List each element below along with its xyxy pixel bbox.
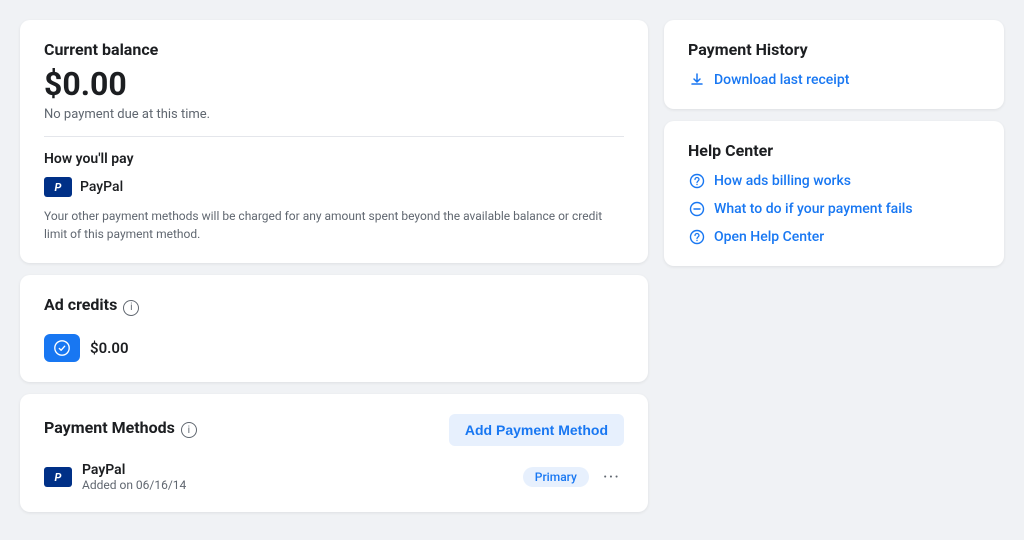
help-center-title: Help Center: [688, 141, 980, 160]
add-payment-method-button[interactable]: Add Payment Method: [449, 414, 624, 446]
open-help-center-link[interactable]: Open Help Center: [688, 228, 980, 246]
primary-badge: Primary: [523, 467, 589, 487]
billing-icon: [688, 172, 706, 190]
right-column: Payment History Download last receipt He…: [664, 20, 1004, 512]
payment-history-card: Payment History Download last receipt: [664, 20, 1004, 109]
how-ads-billing-link[interactable]: How ads billing works: [688, 172, 980, 190]
left-column: Current balance $0.00 No payment due at …: [20, 20, 648, 512]
paypal-icon: P: [44, 177, 72, 197]
balance-amount: $0.00: [44, 65, 624, 103]
payment-methods-info-icon[interactable]: i: [181, 422, 197, 438]
how-you-pay-title: How you'll pay: [44, 151, 624, 167]
ad-credits-card: Ad credits i $0.00: [20, 275, 648, 382]
current-balance-card: Current balance $0.00 No payment due at …: [20, 20, 648, 263]
payment-methods-header: Payment Methods i Add Payment Method: [44, 414, 624, 446]
help-center-card: Help Center How ads billing works: [664, 121, 1004, 266]
payment-history-title: Payment History: [688, 40, 980, 59]
credits-amount-row: $0.00: [44, 334, 624, 362]
ad-credits-title: Ad credits: [44, 295, 117, 314]
paypal-label: PayPal: [80, 179, 123, 195]
how-ads-billing-label: How ads billing works: [714, 173, 851, 189]
payment-methods-card: Payment Methods i Add Payment Method P P…: [20, 394, 648, 512]
download-receipt-label: Download last receipt: [714, 72, 849, 88]
paypal-row: P PayPal: [44, 177, 624, 197]
open-help-icon: [688, 228, 706, 246]
paypal-method-icon: P: [44, 467, 72, 487]
ad-credits-amount: $0.00: [90, 339, 129, 357]
payment-fails-link[interactable]: What to do if your payment fails: [688, 200, 980, 218]
open-help-center-label: Open Help Center: [714, 229, 824, 245]
paypal-method-name: PayPal: [82, 462, 513, 478]
main-layout: Current balance $0.00 No payment due at …: [20, 20, 1004, 512]
download-icon: [688, 71, 706, 89]
payment-fails-label: What to do if your payment fails: [714, 201, 913, 217]
payment-fails-icon: [688, 200, 706, 218]
paypal-method-row: P PayPal Added on 06/16/14 Primary ···: [44, 462, 624, 492]
paypal-method-info: PayPal Added on 06/16/14: [82, 462, 513, 492]
more-options-button[interactable]: ···: [599, 467, 624, 488]
ad-credits-icon: [44, 334, 80, 362]
payment-methods-title: Payment Methods: [44, 418, 175, 437]
current-balance-title: Current balance: [44, 40, 624, 59]
paypal-method-date: Added on 06/16/14: [82, 478, 513, 492]
payment-methods-left: Payment Methods i: [44, 418, 197, 443]
download-receipt-link[interactable]: Download last receipt: [688, 71, 980, 89]
ad-credits-info-icon[interactable]: i: [123, 300, 139, 316]
balance-note: No payment due at this time.: [44, 107, 624, 122]
payment-note: Your other payment methods will be charg…: [44, 207, 624, 243]
ad-credits-header: Ad credits i: [44, 295, 624, 320]
divider: [44, 136, 624, 137]
